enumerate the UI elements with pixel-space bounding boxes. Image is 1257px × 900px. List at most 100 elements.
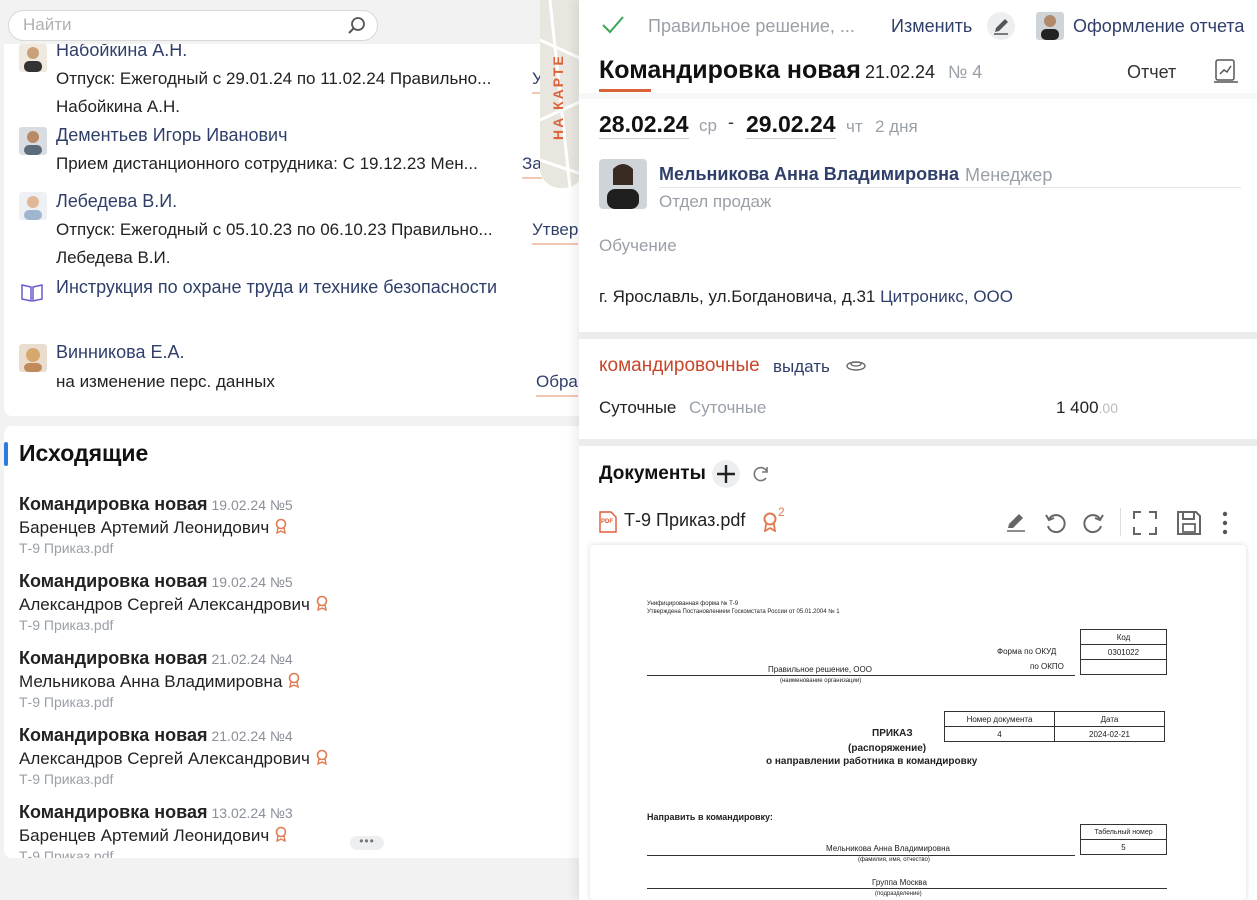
file-name[interactable]: Т-9 Приказ.pdf (624, 510, 745, 531)
date-dash: - (728, 112, 734, 132)
end-date[interactable]: 29.02.24 (746, 111, 836, 139)
incoming-item-name[interactable]: Набойкина А.Н. (56, 44, 187, 61)
order-sub: (распоряжение) (848, 743, 927, 754)
trip-date: 21.02.24 (865, 62, 936, 82)
incoming-item-text[interactable]: Отпуск: Ежегодный с 29.01.24 по 11.02.24… (56, 69, 491, 89)
more-button[interactable]: ••• (350, 835, 384, 850)
item-person: Александров Сергей Александрович (19, 749, 310, 768)
end-day: чт (846, 117, 863, 136)
employee-name[interactable]: Мельникова Анна Владимировна (659, 164, 959, 185)
add-icon[interactable] (712, 460, 740, 488)
line (647, 675, 1075, 676)
item-title: Командировка новая (19, 494, 208, 514)
status-text: Правильное решение, ... (648, 16, 855, 36)
per-diem-name: Суточные (689, 398, 767, 417)
line (647, 888, 1167, 889)
incoming-item-text[interactable]: на изменение перс. данных (56, 372, 275, 392)
form-header-2: Утверждена Постановлением Госкомстата Ро… (647, 609, 840, 615)
incoming-item-name[interactable]: Винникова Е.А. (56, 342, 184, 363)
incoming-item-action[interactable]: Обра (536, 372, 578, 397)
map-label: НА КАРТЕ (550, 54, 566, 140)
award-icon (316, 749, 328, 770)
item-file: Т-9 Приказ.pdf (19, 848, 114, 858)
document-preview[interactable]: Унифицированная форма № Т-9 Утверждена П… (590, 545, 1246, 900)
item-meta: 19.02.24 №5 (211, 574, 293, 590)
search-box[interactable] (8, 10, 378, 41)
more-vert-icon[interactable] (1220, 510, 1230, 541)
form-header-1: Унифицированная форма № Т-9 (647, 601, 739, 607)
rotate-left-icon[interactable] (1043, 510, 1069, 541)
coins-icon[interactable] (845, 357, 867, 380)
award-icon (762, 512, 778, 537)
order-about: о направлении работника в командировку (766, 756, 978, 767)
tab-report[interactable]: Отчет (1127, 62, 1176, 83)
divider (579, 332, 1257, 339)
item-person: Баренцев Артемий Леонидович (19, 518, 270, 537)
item-title: Командировка новая (19, 725, 208, 745)
org-name: Правильное решение, ООО (768, 665, 872, 674)
tabnum-value: 5 (1080, 839, 1167, 855)
report-icon[interactable] (1211, 56, 1241, 89)
incoming-item-sub: Лебедева В.И. (56, 248, 171, 267)
search-icon[interactable] (347, 16, 367, 41)
list-item[interactable]: Командировка новая 19.02.24 №5 Александро… (19, 571, 579, 633)
pencil-icon[interactable] (1004, 510, 1028, 539)
item-title: Командировка новая (19, 648, 208, 668)
okud-value: 0301022 (1080, 644, 1167, 660)
list-item[interactable]: Командировка новая 13.02.24 №3 Баренцев А… (19, 802, 579, 858)
detail-panel: Правильное решение, ... Изменить Оформле… (579, 0, 1257, 900)
refresh-icon[interactable] (751, 464, 771, 489)
pencil-icon[interactable] (987, 12, 1015, 40)
incoming-item-text[interactable]: Прием дистанционного сотрудника: С 19.12… (56, 154, 478, 174)
award-icon (275, 518, 287, 539)
toolbar-divider (1120, 508, 1121, 536)
incoming-item-action[interactable]: Утвер (532, 220, 579, 245)
incoming-item-name[interactable]: Инструкция по охране труда и технике без… (56, 277, 497, 298)
list-item[interactable]: Командировка новая 19.02.24 №5 Баренцев А… (19, 494, 579, 556)
rotate-right-icon[interactable] (1080, 510, 1106, 541)
divider (579, 439, 1257, 446)
item-file: Т-9 Приказ.pdf (19, 771, 114, 788)
book-icon (19, 279, 45, 305)
trip-number: № 4 (948, 62, 983, 82)
issue-button[interactable]: выдать (773, 357, 830, 377)
order-title: ПРИКАЗ (872, 728, 913, 739)
tabnum-label: Табельный номер (1080, 824, 1167, 840)
search-input[interactable] (23, 15, 333, 35)
incoming-item-name[interactable]: Лебедева В.И. (56, 191, 177, 212)
incoming-item-text[interactable]: Отпуск: Ежегодный с 05.10.23 по 06.10.23… (56, 220, 493, 240)
employee-department: Отдел продаж (659, 192, 772, 211)
edit-button[interactable]: Изменить (891, 16, 972, 37)
employee-caption: (фамилия, имя, отчество) (858, 857, 930, 863)
award-icon (288, 672, 300, 693)
list-item[interactable]: Командировка новая 21.02.24 №4 Александро… (19, 725, 579, 787)
item-file: Т-9 Приказ.pdf (19, 694, 114, 711)
docnum-table: Номер документа Дата 4 2024-02-21 (944, 711, 1165, 742)
report-button[interactable]: Оформление отчета (1073, 16, 1244, 37)
list-item[interactable]: Командировка новая 21.02.24 №4 Мельникова… (19, 648, 579, 710)
item-meta: 19.02.24 №5 (211, 497, 293, 513)
documents-title: Документы (599, 463, 706, 484)
avatar (19, 344, 47, 372)
item-meta: 21.02.24 №4 (211, 651, 293, 667)
map-tab[interactable]: НА КАРТЕ (540, 0, 584, 188)
fullscreen-icon[interactable] (1131, 509, 1159, 542)
save-icon[interactable] (1175, 509, 1203, 542)
avatar (599, 159, 647, 209)
incoming-list: Набойкина А.Н. Отпуск: Ежегодный с 29.01… (4, 44, 604, 416)
company-link[interactable]: Цитроникс, ООО (880, 287, 1013, 306)
duration: 2 дня (875, 117, 918, 136)
date-label: Дата (1054, 711, 1165, 727)
docnum-label: Номер документа (944, 711, 1055, 727)
outgoing-title: Исходящие (19, 440, 149, 466)
incoming-item-action[interactable]: За (522, 154, 542, 179)
okpo-label: по ОКПО (1030, 662, 1064, 671)
start-date[interactable]: 28.02.24 (599, 111, 689, 139)
incoming-item-name[interactable]: Дементьев Игорь Иванович (56, 125, 288, 146)
okpo-value (1080, 659, 1167, 675)
employee-position: Менеджер (965, 165, 1053, 185)
divider (579, 93, 1257, 99)
line (647, 855, 1075, 856)
org-caption: (наименование организации) (780, 678, 862, 684)
incoming-item-sub: Набойкина А.Н. (56, 97, 180, 116)
